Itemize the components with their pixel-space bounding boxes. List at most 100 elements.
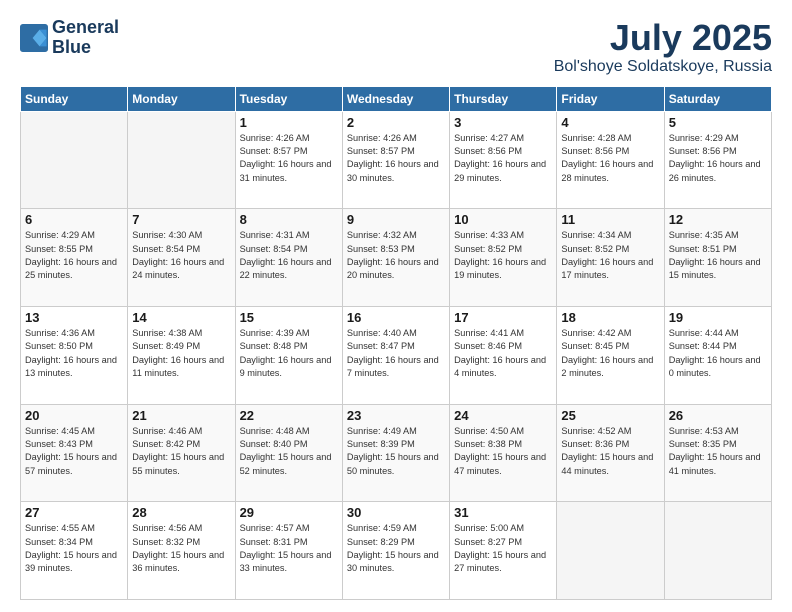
calendar-cell: 20Sunrise: 4:45 AMSunset: 8:43 PMDayligh… (21, 404, 128, 502)
calendar-cell: 25Sunrise: 4:52 AMSunset: 8:36 PMDayligh… (557, 404, 664, 502)
day-info: Sunrise: 4:39 AMSunset: 8:48 PMDaylight:… (240, 327, 338, 380)
day-info: Sunrise: 4:26 AMSunset: 8:57 PMDaylight:… (240, 132, 338, 185)
day-number: 20 (25, 408, 123, 423)
day-info: Sunrise: 4:29 AMSunset: 8:56 PMDaylight:… (669, 132, 767, 185)
day-info: Sunrise: 4:32 AMSunset: 8:53 PMDaylight:… (347, 229, 445, 282)
calendar-cell: 26 Sunrise: 4:53 AMSunset: 8:35 PMDayligh… (664, 404, 771, 502)
day-number: 21 (132, 408, 230, 423)
day-info: Sunrise: 4:46 AMSunset: 8:42 PMDaylight:… (132, 425, 230, 478)
day-info: Sunrise: 4:59 AMSunset: 8:29 PMDaylight:… (347, 522, 445, 575)
weekday-header-thursday: Thursday (450, 86, 557, 111)
day-info: Sunrise: 4:29 AMSunset: 8:55 PMDaylight:… (25, 229, 123, 282)
day-number: 2 (347, 115, 445, 130)
calendar-cell (21, 111, 128, 209)
day-info: Sunrise: 4:50 AMSunset: 8:38 PMDaylight:… (454, 425, 552, 478)
calendar-cell: 31Sunrise: 5:00 AMSunset: 8:27 PMDayligh… (450, 502, 557, 600)
day-info: Sunrise: 4:27 AMSunset: 8:56 PMDaylight:… (454, 132, 552, 185)
calendar-cell: 30 Sunrise: 4:59 AMSunset: 8:29 PMDayligh… (342, 502, 449, 600)
calendar-cell: 29Sunrise: 4:57 AMSunset: 8:31 PMDayligh… (235, 502, 342, 600)
day-number: 14 (132, 310, 230, 325)
day-info: Sunrise: 4:28 AMSunset: 8:56 PMDaylight:… (561, 132, 659, 185)
calendar-cell (557, 502, 664, 600)
calendar-cell: 13 Sunrise: 4:36 AMSunset: 8:50 PMDayligh… (21, 306, 128, 404)
calendar-week-1: 1 Sunrise: 4:26 AMSunset: 8:57 PMDaylight… (21, 111, 772, 209)
weekday-header-sunday: Sunday (21, 86, 128, 111)
calendar-cell: 24 Sunrise: 4:50 AMSunset: 8:38 PMDayligh… (450, 404, 557, 502)
weekday-header-friday: Friday (557, 86, 664, 111)
day-info: Sunrise: 4:42 AMSunset: 8:45 PMDaylight:… (561, 327, 659, 380)
day-info: Sunrise: 4:36 AMSunset: 8:50 PMDaylight:… (25, 327, 123, 380)
logo-line2: Blue (52, 38, 119, 58)
day-info: Sunrise: 4:41 AMSunset: 8:46 PMDaylight:… (454, 327, 552, 380)
day-number: 15 (240, 310, 338, 325)
calendar-cell: 27 Sunrise: 4:55 AMSunset: 8:34 PMDayligh… (21, 502, 128, 600)
day-info: Sunrise: 4:30 AMSunset: 8:54 PMDaylight:… (132, 229, 230, 282)
calendar-cell (664, 502, 771, 600)
day-info: Sunrise: 4:40 AMSunset: 8:47 PMDaylight:… (347, 327, 445, 380)
calendar-cell: 6 Sunrise: 4:29 AMSunset: 8:55 PMDaylight… (21, 209, 128, 307)
location-title: Bol'shoye Soldatskoye, Russia (554, 58, 772, 76)
calendar-cell: 2Sunrise: 4:26 AMSunset: 8:57 PMDaylight… (342, 111, 449, 209)
weekday-header-monday: Monday (128, 86, 235, 111)
calendar-cell: 3Sunrise: 4:27 AMSunset: 8:56 PMDaylight… (450, 111, 557, 209)
day-number: 28 (132, 505, 230, 520)
day-number: 26 (669, 408, 767, 423)
day-number: 9 (347, 212, 445, 227)
day-number: 10 (454, 212, 552, 227)
day-number: 22 (240, 408, 338, 423)
day-info: Sunrise: 4:57 AMSunset: 8:31 PMDaylight:… (240, 522, 338, 575)
month-title: July 2025 (554, 18, 772, 58)
title-block: July 2025 Bol'shoye Soldatskoye, Russia (554, 18, 772, 76)
day-number: 8 (240, 212, 338, 227)
day-number: 18 (561, 310, 659, 325)
day-number: 4 (561, 115, 659, 130)
day-info: Sunrise: 4:55 AMSunset: 8:34 PMDaylight:… (25, 522, 123, 575)
day-number: 19 (669, 310, 767, 325)
day-number: 23 (347, 408, 445, 423)
day-info: Sunrise: 4:49 AMSunset: 8:39 PMDaylight:… (347, 425, 445, 478)
day-number: 1 (240, 115, 338, 130)
calendar-cell: 7 Sunrise: 4:30 AMSunset: 8:54 PMDaylight… (128, 209, 235, 307)
day-info: Sunrise: 4:44 AMSunset: 8:44 PMDaylight:… (669, 327, 767, 380)
calendar-cell: 22Sunrise: 4:48 AMSunset: 8:40 PMDayligh… (235, 404, 342, 502)
day-number: 6 (25, 212, 123, 227)
logo-text: General Blue (52, 18, 119, 58)
day-info: Sunrise: 4:35 AMSunset: 8:51 PMDaylight:… (669, 229, 767, 282)
calendar-week-5: 27 Sunrise: 4:55 AMSunset: 8:34 PMDayligh… (21, 502, 772, 600)
calendar-cell: 21 Sunrise: 4:46 AMSunset: 8:42 PMDayligh… (128, 404, 235, 502)
day-info: Sunrise: 4:33 AMSunset: 8:52 PMDaylight:… (454, 229, 552, 282)
calendar-cell: 11 Sunrise: 4:34 AMSunset: 8:52 PMDayligh… (557, 209, 664, 307)
day-info: Sunrise: 4:34 AMSunset: 8:52 PMDaylight:… (561, 229, 659, 282)
calendar-cell: 5 Sunrise: 4:29 AMSunset: 8:56 PMDaylight… (664, 111, 771, 209)
day-number: 11 (561, 212, 659, 227)
calendar-cell: 14 Sunrise: 4:38 AMSunset: 8:49 PMDayligh… (128, 306, 235, 404)
calendar-week-4: 20Sunrise: 4:45 AMSunset: 8:43 PMDayligh… (21, 404, 772, 502)
day-number: 12 (669, 212, 767, 227)
calendar-week-3: 13 Sunrise: 4:36 AMSunset: 8:50 PMDayligh… (21, 306, 772, 404)
day-number: 27 (25, 505, 123, 520)
day-number: 13 (25, 310, 123, 325)
day-number: 16 (347, 310, 445, 325)
day-number: 5 (669, 115, 767, 130)
weekday-header-wednesday: Wednesday (342, 86, 449, 111)
calendar-header-row: SundayMondayTuesdayWednesdayThursdayFrid… (21, 86, 772, 111)
day-number: 25 (561, 408, 659, 423)
calendar-cell: 4 Sunrise: 4:28 AMSunset: 8:56 PMDaylight… (557, 111, 664, 209)
calendar-cell: 19 Sunrise: 4:44 AMSunset: 8:44 PMDayligh… (664, 306, 771, 404)
day-number: 31 (454, 505, 552, 520)
day-info: Sunrise: 4:31 AMSunset: 8:54 PMDaylight:… (240, 229, 338, 282)
day-info: Sunrise: 4:38 AMSunset: 8:49 PMDaylight:… (132, 327, 230, 380)
calendar-cell: 12 Sunrise: 4:35 AMSunset: 8:51 PMDayligh… (664, 209, 771, 307)
day-info: Sunrise: 4:53 AMSunset: 8:35 PMDaylight:… (669, 425, 767, 478)
day-number: 24 (454, 408, 552, 423)
weekday-header-tuesday: Tuesday (235, 86, 342, 111)
calendar-week-2: 6 Sunrise: 4:29 AMSunset: 8:55 PMDaylight… (21, 209, 772, 307)
calendar-cell: 28Sunrise: 4:56 AMSunset: 8:32 PMDayligh… (128, 502, 235, 600)
day-number: 30 (347, 505, 445, 520)
calendar-cell: 17Sunrise: 4:41 AMSunset: 8:46 PMDayligh… (450, 306, 557, 404)
day-number: 7 (132, 212, 230, 227)
calendar-cell: 18 Sunrise: 4:42 AMSunset: 8:45 PMDayligh… (557, 306, 664, 404)
calendar-cell: 8 Sunrise: 4:31 AMSunset: 8:54 PMDaylight… (235, 209, 342, 307)
calendar-table: SundayMondayTuesdayWednesdayThursdayFrid… (20, 86, 772, 600)
logo-line1: General (52, 18, 119, 38)
